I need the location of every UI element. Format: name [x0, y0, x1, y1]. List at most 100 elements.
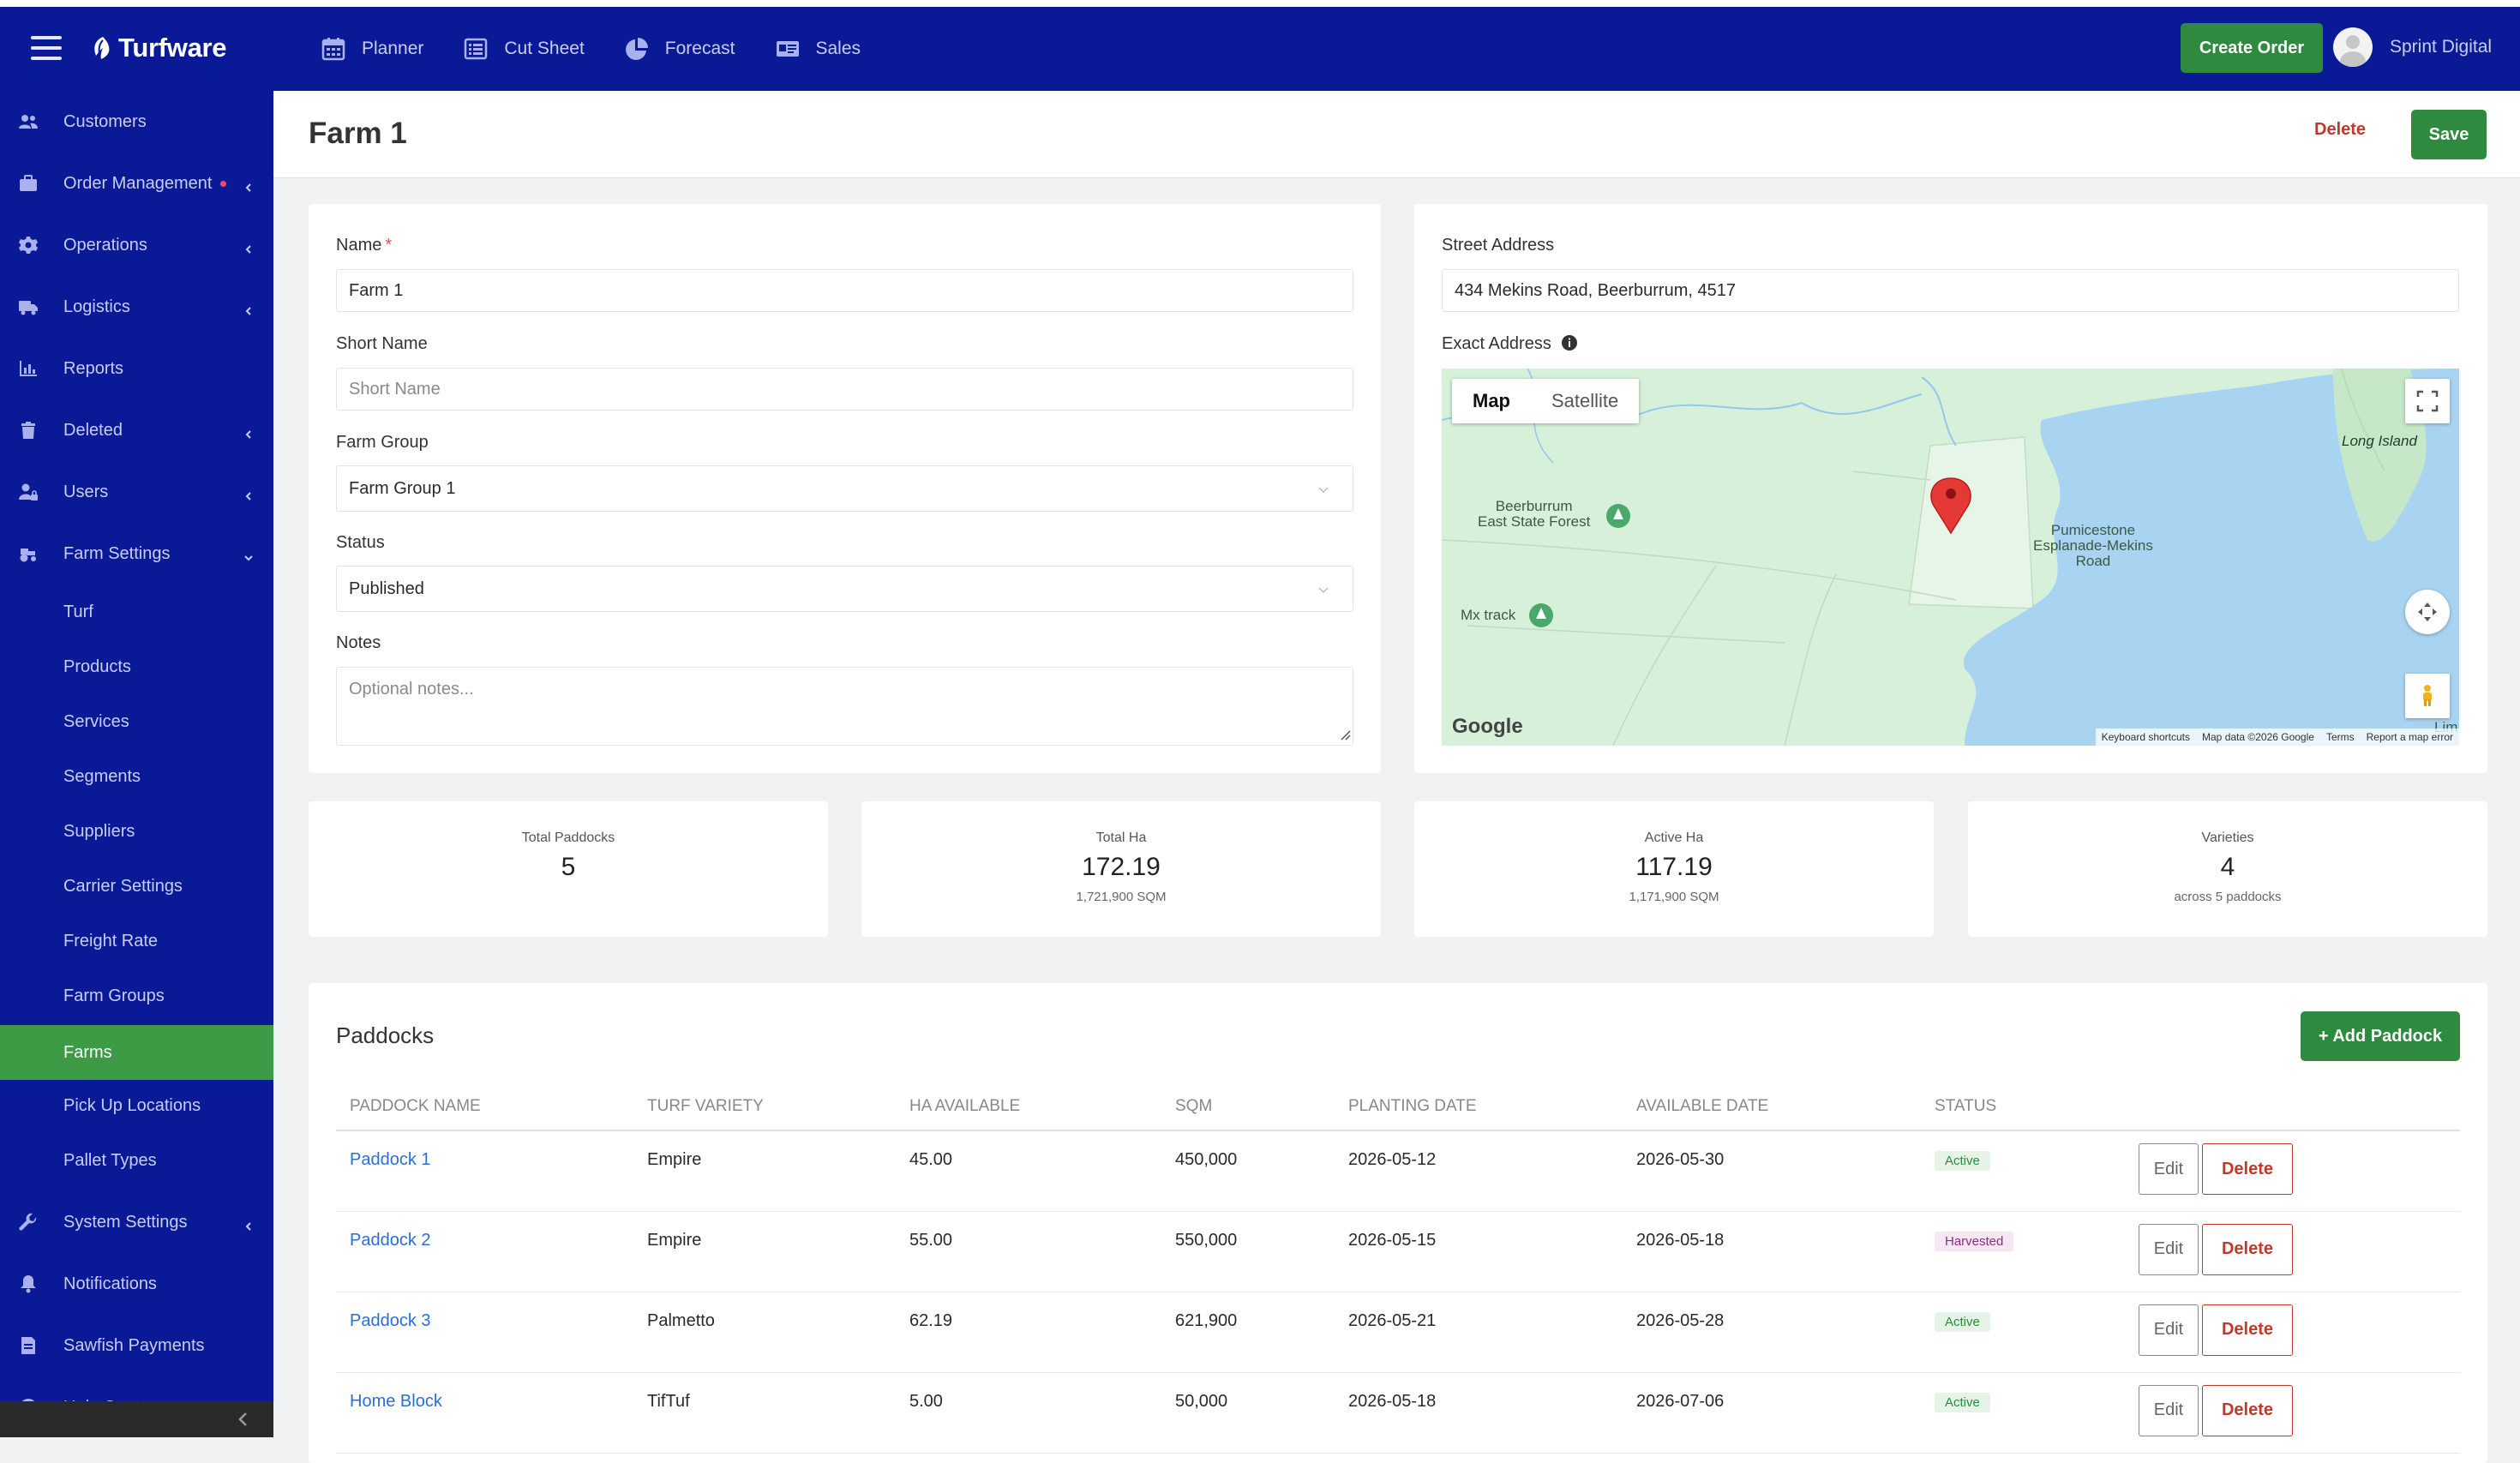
sidebar-sub-turf[interactable]: Turf: [0, 586, 273, 638]
street-view-pegman[interactable]: [2405, 674, 2450, 718]
sidebar-sub-pallet-types[interactable]: Pallet Types: [0, 1135, 273, 1186]
edit-paddock-button[interactable]: Edit: [2139, 1384, 2199, 1436]
map-tab-map[interactable]: Map: [1452, 379, 1531, 423]
sidebar-sub-segments[interactable]: Segments: [0, 751, 273, 802]
sidebar-item-farm-settings[interactable]: Farm Settings: [0, 523, 273, 585]
delete-paddock-button[interactable]: Delete: [2202, 1384, 2293, 1436]
paddocks-card: Paddocks + Add Paddock Paddock Name Turf…: [309, 983, 2487, 1463]
farm-group-select[interactable]: Farm Group 1: [336, 465, 1353, 512]
edit-paddock-button[interactable]: Edit: [2139, 1223, 2199, 1275]
column-header[interactable]: Available Date: [1623, 1082, 1921, 1131]
sidebar-sub-label: Pick Up Locations: [63, 1095, 201, 1115]
sidebar-item-reports[interactable]: Reports: [0, 338, 273, 399]
sidebar-sub-label: Freight Rate: [63, 931, 159, 950]
map-tab-satellite[interactable]: Satellite: [1531, 379, 1639, 423]
column-header[interactable]: Status: [1921, 1082, 2135, 1131]
sidebar-item-sawfish-payments[interactable]: Sawfish Payments: [0, 1315, 273, 1376]
brand-logo[interactable]: Turfware: [91, 33, 227, 63]
column-header[interactable]: SQM: [1161, 1082, 1335, 1131]
sidebar-collapse-button[interactable]: [0, 1401, 273, 1437]
paddock-link[interactable]: Paddock 1: [350, 1150, 431, 1169]
receipt-icon: [17, 1334, 39, 1357]
paddock-link[interactable]: Paddock 3: [350, 1311, 431, 1330]
sidebar-item-deleted[interactable]: Deleted: [0, 399, 273, 461]
sidebar-sub-products[interactable]: Products: [0, 641, 273, 693]
stat-label: Active Ha: [1644, 830, 1704, 845]
report-map-error-link[interactable]: Report a map error: [2361, 731, 2459, 743]
sidebar-item-operations[interactable]: Operations: [0, 214, 273, 276]
sidebar-sub-services[interactable]: Services: [0, 696, 273, 747]
fullscreen-button[interactable]: [2405, 379, 2450, 423]
sidebar-sub-freight-rate[interactable]: Freight Rate: [0, 915, 273, 967]
list-icon: [465, 38, 488, 60]
delete-farm-button[interactable]: Delete: [2314, 120, 2366, 140]
sidebar-sub-suppliers[interactable]: Suppliers: [0, 806, 273, 857]
sidebar-sub-farm-groups[interactable]: Farm Groups: [0, 970, 273, 1022]
sidebar-item-order-management[interactable]: Order Management: [0, 153, 273, 214]
status-value: Published: [349, 579, 424, 598]
camera-control-button[interactable]: [2405, 590, 2450, 634]
street-address-input[interactable]: [1442, 269, 2459, 312]
sidebar-item-logistics[interactable]: Logistics: [0, 276, 273, 338]
location-map[interactable]: Map Satellite Beerburrum East State Fores…: [1442, 369, 2459, 746]
nav-forecast-label: Forecast: [664, 39, 735, 58]
column-header[interactable]: Paddock Name: [336, 1082, 633, 1131]
notes-textarea[interactable]: [336, 667, 1353, 746]
paddock-link[interactable]: Home Block: [350, 1392, 442, 1411]
nav-planner[interactable]: Planner: [321, 36, 423, 62]
nav-cut-sheet-label: Cut Sheet: [504, 39, 585, 58]
delete-paddock-button[interactable]: Delete: [2202, 1143, 2293, 1195]
calendar-icon: [321, 38, 345, 61]
notification-dot: [220, 180, 227, 187]
sidebar-sub-carrier-settings[interactable]: Carrier Settings: [0, 860, 273, 912]
menu-toggle-button[interactable]: [31, 36, 62, 62]
save-button[interactable]: Save: [2411, 110, 2487, 159]
chevron-left-icon: [243, 240, 254, 254]
name-input[interactable]: [336, 269, 1353, 312]
paddocks-title: Paddocks: [336, 1022, 435, 1048]
column-header[interactable]: HA Available: [896, 1082, 1161, 1131]
sidebar-item-label: Order Management: [63, 174, 227, 194]
info-icon[interactable]: [1561, 334, 1578, 351]
sqm-cell: 450,000: [1161, 1130, 1335, 1212]
fullscreen-icon: [2416, 390, 2439, 412]
sidebar-item-label: Customers: [63, 111, 147, 131]
user-menu[interactable]: Sprint Digital: [2333, 27, 2492, 67]
sidebar-item-customers[interactable]: Customers: [0, 91, 273, 153]
sidebar-item-label: System Settings: [63, 1212, 188, 1232]
trash-icon: [17, 419, 39, 441]
nav-forecast[interactable]: Forecast: [624, 36, 735, 62]
sidebar-item-users[interactable]: Users: [0, 461, 273, 523]
short-name-input[interactable]: [336, 368, 1353, 411]
stat-total-paddocks: Total Paddocks 5: [309, 801, 828, 937]
paddock-link[interactable]: Paddock 2: [350, 1231, 431, 1250]
terms-link[interactable]: Terms: [2320, 731, 2361, 743]
nav-cut-sheet[interactable]: Cut Sheet: [463, 36, 585, 62]
sidebar-item-notifications[interactable]: Notifications: [0, 1253, 273, 1315]
turf-leaf-icon: [94, 37, 110, 59]
map-canvas: [1442, 369, 2459, 746]
status-select[interactable]: Published: [336, 566, 1353, 612]
sidebar-sub-pick-up-locations[interactable]: Pick Up Locations: [0, 1080, 273, 1131]
delete-paddock-button[interactable]: Delete: [2202, 1304, 2293, 1356]
sqm-cell: 550,000: [1161, 1211, 1335, 1292]
sidebar-sub-farms[interactable]: Farms: [0, 1025, 273, 1080]
truck-icon: [17, 296, 39, 318]
keyboard-shortcuts-link[interactable]: Keyboard shortcuts: [2096, 731, 2196, 743]
resize-grip-icon[interactable]: [1339, 729, 1351, 740]
sidebar-item-system-settings[interactable]: System Settings: [0, 1191, 273, 1253]
nav-sales[interactable]: Sales: [775, 36, 861, 62]
column-header[interactable]: Turf Variety: [633, 1082, 896, 1131]
stat-total-ha: Total Ha 172.19 1,721,900 SQM: [861, 801, 1381, 937]
add-paddock-button[interactable]: + Add Paddock: [2301, 1011, 2460, 1061]
top-bar: Turfware Planner Cut Sheet Forecast Sale…: [0, 0, 2520, 91]
edit-paddock-button[interactable]: Edit: [2139, 1304, 2199, 1356]
edit-paddock-button[interactable]: Edit: [2139, 1143, 2199, 1195]
create-order-button[interactable]: Create Order: [2181, 23, 2323, 73]
farm-details-card: Name* Short Name Farm Group Farm Group 1…: [309, 204, 1381, 773]
planting-date-cell: 2026-05-21: [1335, 1292, 1623, 1373]
status-label: Status: [336, 533, 385, 552]
delete-paddock-button[interactable]: Delete: [2202, 1223, 2293, 1275]
ha-available-cell: 5.00: [896, 1372, 1161, 1454]
column-header[interactable]: Planting Date: [1335, 1082, 1623, 1131]
